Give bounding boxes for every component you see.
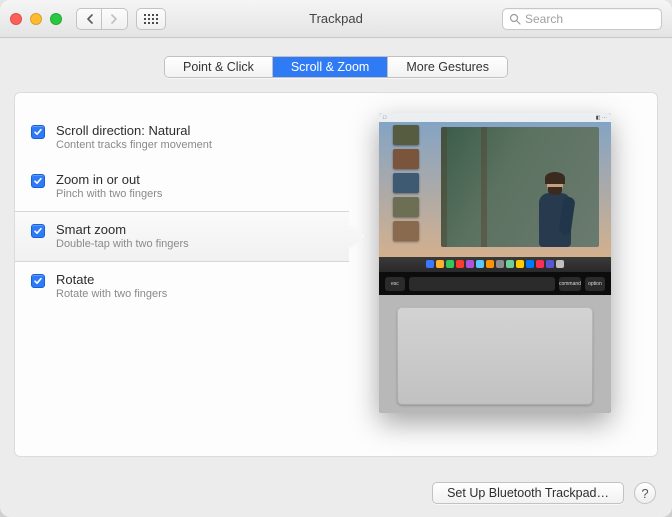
- option-scroll-direction[interactable]: Scroll direction: Natural Content tracks…: [15, 113, 349, 162]
- option-text: Rotate Rotate with two fingers: [56, 272, 167, 300]
- show-all-button[interactable]: [136, 8, 166, 30]
- chevron-right-icon: [111, 14, 118, 24]
- content-pane: Scroll direction: Natural Content tracks…: [14, 92, 658, 457]
- option-title: Scroll direction: Natural: [56, 123, 212, 138]
- preview-thumb: [393, 197, 419, 217]
- touchbar-key: [409, 277, 555, 291]
- checkmark-icon: [33, 276, 43, 286]
- touchbar-key: option: [585, 277, 605, 291]
- touchbar-key: command: [559, 277, 581, 291]
- preview-thumb: [393, 221, 419, 241]
- minimize-window-button[interactable]: [30, 13, 42, 25]
- option-title: Zoom in or out: [56, 172, 162, 187]
- footer: Set Up Bluetooth Trackpad… ?: [0, 469, 672, 517]
- preview-photo: [441, 127, 599, 247]
- option-desc: Double-tap with two fingers: [56, 238, 189, 250]
- search-icon: [509, 13, 521, 25]
- option-zoom-in-out[interactable]: Zoom in or out Pinch with two fingers: [15, 162, 349, 211]
- option-desc: Rotate with two fingers: [56, 288, 167, 300]
- forward-button[interactable]: [102, 8, 128, 30]
- checkbox[interactable]: [31, 224, 45, 238]
- search-field[interactable]: [502, 8, 662, 30]
- preview-menubar: 􀣺◧ ⋯: [379, 113, 611, 122]
- option-text: Smart zoom Double-tap with two fingers: [56, 222, 189, 250]
- checkbox[interactable]: [31, 274, 45, 288]
- checkmark-icon: [33, 176, 43, 186]
- preview-trackpad-area: [379, 295, 611, 413]
- preview-thumbnails: [393, 125, 419, 241]
- checkbox[interactable]: [31, 174, 45, 188]
- checkmark-icon: [33, 226, 43, 236]
- close-window-button[interactable]: [10, 13, 22, 25]
- option-text: Zoom in or out Pinch with two fingers: [56, 172, 162, 200]
- preview-thumb: [393, 149, 419, 169]
- checkbox[interactable]: [31, 125, 45, 139]
- options-list: Scroll direction: Natural Content tracks…: [15, 93, 349, 456]
- option-smart-zoom[interactable]: Smart zoom Double-tap with two fingers: [15, 211, 349, 262]
- option-desc: Pinch with two fingers: [56, 188, 162, 200]
- setup-bluetooth-trackpad-button[interactable]: Set Up Bluetooth Trackpad…: [432, 482, 624, 504]
- segmented-control: Point & Click Scroll & Zoom More Gesture…: [164, 56, 508, 78]
- option-rotate[interactable]: Rotate Rotate with two fingers: [15, 262, 349, 311]
- tab-scroll-zoom[interactable]: Scroll & Zoom: [273, 57, 389, 77]
- preview-screen: 􀣺◧ ⋯: [379, 113, 611, 257]
- preview-person: [521, 169, 581, 247]
- option-text: Scroll direction: Natural Content tracks…: [56, 123, 212, 151]
- nav-buttons: [76, 8, 128, 30]
- preferences-window: Trackpad Point & Click Scroll & Zoom Mor…: [0, 0, 672, 517]
- preview-dock: [379, 257, 611, 271]
- window-controls: [10, 13, 62, 25]
- tab-point-click[interactable]: Point & Click: [165, 57, 273, 77]
- search-input[interactable]: [525, 12, 655, 26]
- preview-frame: 􀣺◧ ⋯: [379, 113, 611, 413]
- back-button[interactable]: [76, 8, 102, 30]
- preview-thumb: [393, 173, 419, 193]
- checkmark-icon: [33, 127, 43, 137]
- grid-icon: [144, 14, 158, 24]
- tab-more-gestures[interactable]: More Gestures: [388, 57, 507, 77]
- chevron-left-icon: [86, 14, 93, 24]
- gesture-preview: 􀣺◧ ⋯: [349, 93, 657, 456]
- touchbar-key: esc: [385, 277, 405, 291]
- preview-trackpad: [397, 307, 593, 405]
- tab-bar: Point & Click Scroll & Zoom More Gesture…: [0, 38, 672, 92]
- preview-touchbar: esc command option: [379, 271, 611, 295]
- zoom-window-button[interactable]: [50, 13, 62, 25]
- option-desc: Content tracks finger movement: [56, 139, 212, 151]
- option-title: Smart zoom: [56, 222, 189, 237]
- preview-thumb: [393, 125, 419, 145]
- titlebar: Trackpad: [0, 0, 672, 38]
- preview-photo-bg: [441, 127, 520, 247]
- option-title: Rotate: [56, 272, 167, 287]
- help-button[interactable]: ?: [634, 482, 656, 504]
